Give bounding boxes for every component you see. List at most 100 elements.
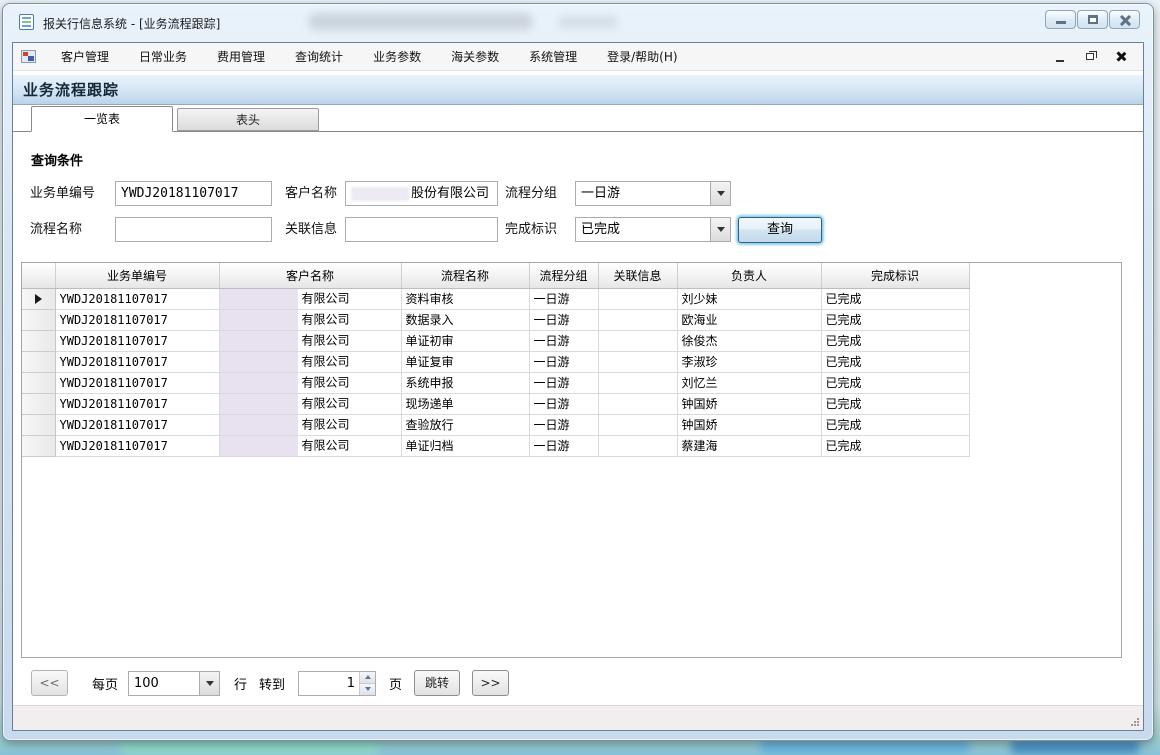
cell-order_no[interactable]: YWDJ20181107017	[55, 372, 219, 393]
mdi-restore-button[interactable]	[1081, 49, 1099, 65]
cell-customer[interactable]: 有限公司	[219, 309, 401, 330]
cell-flow_group[interactable]: 一日游	[529, 393, 598, 414]
prev-page-button[interactable]: <<	[31, 670, 68, 696]
cell-order_no[interactable]: YWDJ20181107017	[55, 351, 219, 372]
table-row[interactable]: YWDJ20181107017有限公司单证复审一日游 李淑珍已完成	[22, 351, 1122, 372]
cell-owner[interactable]: 徐俊杰	[677, 330, 821, 351]
cell-related_info[interactable]	[598, 288, 677, 309]
cell-related_info[interactable]	[598, 372, 677, 393]
customer-input[interactable]: 股份有限公司	[345, 181, 498, 206]
row-selector-cell[interactable]	[22, 414, 55, 435]
spin-up-button[interactable]	[360, 672, 375, 684]
table-row[interactable]: YWDJ20181107017有限公司现场递单一日游钟国娇已完成	[22, 393, 1122, 414]
order-no-input[interactable]	[115, 181, 272, 206]
cell-complete[interactable]: 已完成	[821, 414, 969, 435]
cell-flow_name[interactable]: 单证归档	[401, 435, 529, 456]
row-selector-cell[interactable]	[22, 288, 55, 309]
cell-owner[interactable]: 李淑珍	[677, 351, 821, 372]
cell-flow_name[interactable]: 单证复审	[401, 351, 529, 372]
tab-header[interactable]: 表头	[177, 108, 319, 131]
cell-complete[interactable]: 已完成	[821, 351, 969, 372]
cell-flow_name[interactable]: 资料审核	[401, 288, 529, 309]
cell-flow_group[interactable]: 一日游	[529, 288, 598, 309]
per-page-dropdown-button[interactable]	[199, 672, 219, 695]
menu-item-customer[interactable]: 客户管理	[46, 43, 124, 70]
menu-item-query-stats[interactable]: 查询统计	[280, 43, 358, 70]
column-header[interactable]: 流程分组	[529, 263, 598, 288]
cell-complete[interactable]: 已完成	[821, 309, 969, 330]
cell-order_no[interactable]: YWDJ20181107017	[55, 414, 219, 435]
table-row[interactable]: YWDJ20181107017有限公司单证初审一日游 徐俊杰已完成	[22, 330, 1122, 351]
menu-item-daily[interactable]: 日常业务	[124, 43, 202, 70]
cell-complete[interactable]: 已完成	[821, 330, 969, 351]
maximize-button[interactable]	[1077, 10, 1108, 29]
cell-flow_name[interactable]: 数据录入	[401, 309, 529, 330]
column-header[interactable]: 关联信息	[598, 263, 677, 288]
cell-flow_group[interactable]: 一日游	[529, 372, 598, 393]
page-number-stepper[interactable]: 1	[298, 671, 376, 696]
flow-group-select[interactable]: 一日游	[575, 181, 731, 206]
spin-down-button[interactable]	[360, 684, 375, 695]
per-page-select[interactable]: 100	[128, 671, 220, 696]
close-button[interactable]	[1109, 10, 1140, 29]
cell-owner[interactable]: 钟国娇	[677, 414, 821, 435]
mdi-minimize-button[interactable]	[1051, 49, 1069, 65]
cell-related_info[interactable]	[598, 351, 677, 372]
table-row[interactable]: YWDJ20181107017有限公司查验放行一日游钟国娇已完成	[22, 414, 1122, 435]
minimize-button[interactable]	[1045, 10, 1076, 29]
cell-owner[interactable]: 钟国娇	[677, 393, 821, 414]
menu-item-customs-params[interactable]: 海关参数	[436, 43, 514, 70]
cell-related_info[interactable]	[598, 309, 677, 330]
cell-order_no[interactable]: YWDJ20181107017	[55, 309, 219, 330]
column-header[interactable]: 负责人	[677, 263, 821, 288]
flow-name-input[interactable]	[115, 217, 272, 242]
resize-grip[interactable]	[1130, 717, 1140, 727]
table-row[interactable]: YWDJ20181107017有限公司单证归档一日游蔡建海已完成	[22, 435, 1122, 456]
cell-customer[interactable]: 有限公司	[219, 330, 401, 351]
cell-related_info[interactable]	[598, 330, 677, 351]
menu-item-fee[interactable]: 费用管理	[202, 43, 280, 70]
cell-flow_group[interactable]: 一日游	[529, 351, 598, 372]
mdi-close-button[interactable]	[1111, 49, 1129, 65]
cell-owner[interactable]: 刘少妹	[677, 288, 821, 309]
cell-order_no[interactable]: YWDJ20181107017	[55, 288, 219, 309]
complete-flag-select[interactable]: 已完成	[575, 217, 731, 242]
cell-related_info[interactable]	[598, 414, 677, 435]
cell-flow_group[interactable]: 一日游	[529, 309, 598, 330]
row-selector-cell[interactable]	[22, 435, 55, 456]
related-info-input[interactable]	[345, 217, 498, 242]
jump-button[interactable]: 跳转	[414, 670, 460, 696]
cell-related_info[interactable]	[598, 435, 677, 456]
cell-flow_name[interactable]: 查验放行	[401, 414, 529, 435]
cell-complete[interactable]: 已完成	[821, 435, 969, 456]
cell-flow_name[interactable]: 单证初审	[401, 330, 529, 351]
flow-group-dropdown-button[interactable]	[710, 182, 730, 205]
titlebar[interactable]: 报关行信息系统 - [业务流程跟踪]	[3, 4, 1153, 42]
cell-order_no[interactable]: YWDJ20181107017	[55, 330, 219, 351]
cell-order_no[interactable]: YWDJ20181107017	[55, 393, 219, 414]
column-header[interactable]: 完成标识	[821, 263, 969, 288]
column-header[interactable]: 流程名称	[401, 263, 529, 288]
cell-flow_name[interactable]: 系统申报	[401, 372, 529, 393]
cell-flow_group[interactable]: 一日游	[529, 435, 598, 456]
cell-flow_group[interactable]: 一日游	[529, 330, 598, 351]
cell-owner[interactable]: 刘忆兰	[677, 372, 821, 393]
table-row[interactable]: YWDJ20181107017有限公司系统申报一日游刘忆兰已完成	[22, 372, 1122, 393]
column-header[interactable]: 客户名称	[219, 263, 401, 288]
cell-customer[interactable]: 有限公司	[219, 414, 401, 435]
menu-item-login-help[interactable]: 登录/帮助(H)	[592, 43, 692, 70]
cell-order_no[interactable]: YWDJ20181107017	[55, 435, 219, 456]
row-selector-cell[interactable]	[22, 309, 55, 330]
cell-customer[interactable]: 有限公司	[219, 351, 401, 372]
search-button[interactable]: 查询	[738, 217, 822, 243]
row-selector-cell[interactable]	[22, 393, 55, 414]
row-selector-cell[interactable]	[22, 372, 55, 393]
cell-complete[interactable]: 已完成	[821, 393, 969, 414]
row-selector-cell[interactable]	[22, 351, 55, 372]
cell-owner[interactable]: 欧海业	[677, 309, 821, 330]
row-selector-cell[interactable]	[22, 330, 55, 351]
cell-owner[interactable]: 蔡建海	[677, 435, 821, 456]
cell-customer[interactable]: 有限公司	[219, 288, 401, 309]
cell-customer[interactable]: 有限公司	[219, 393, 401, 414]
table-row[interactable]: YWDJ20181107017有限公司资料审核一日游刘少妹已完成	[22, 288, 1122, 309]
